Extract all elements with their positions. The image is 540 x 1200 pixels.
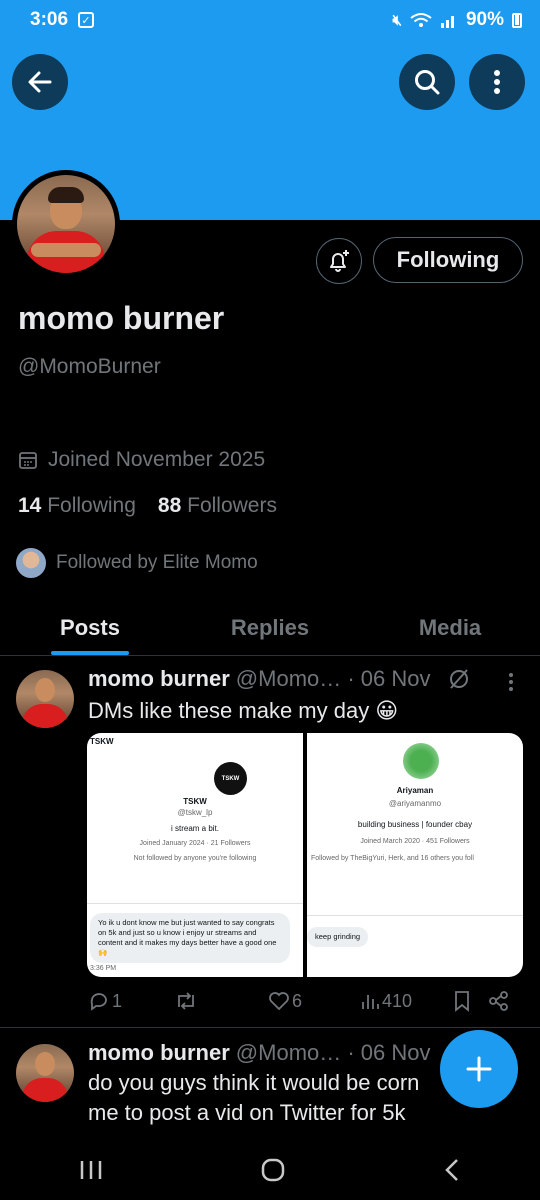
image-profile-joined: Joined January 2024 · 21 Followers: [139, 840, 251, 847]
media-image-right[interactable]: Ariyaman @ariyamanmo building business |…: [307, 733, 523, 977]
plus-icon: [466, 1056, 492, 1082]
media-image-left[interactable]: TSKW TSKW TSKW @tskw_lp i stream a bit. …: [87, 733, 303, 977]
image-dm-time: 3:36 PM: [90, 965, 117, 972]
follower-avatar: [14, 546, 48, 580]
views-button[interactable]: 410: [360, 991, 452, 1012]
share-button[interactable]: [488, 990, 510, 1012]
image-profile-handle: @tskw_lp: [177, 808, 213, 817]
post-header: momo burner @Momo… · 06 Nov: [88, 1040, 431, 1066]
more-options-button[interactable]: [469, 54, 525, 110]
bookmark-button[interactable]: [452, 990, 488, 1012]
status-bar: 3:06 ✓ 🔇︎ 90%: [0, 0, 540, 40]
like-count: 6: [292, 990, 303, 1011]
repost-icon: [178, 992, 194, 1010]
notifications-bell-button[interactable]: [316, 238, 362, 284]
profile-avatar[interactable]: [12, 170, 120, 278]
back-nav-icon[interactable]: [442, 1157, 462, 1183]
bookmark-icon: [455, 991, 469, 1012]
system-nav-bar: [0, 1140, 540, 1200]
image-profile-name: Ariyaman: [396, 786, 434, 795]
battery-icon: [512, 12, 522, 28]
image-profile-note: Followed by TheBigYuri, Herk, and 16 oth…: [311, 855, 474, 862]
post-actions: 1 6 410: [88, 990, 518, 1012]
views-chart-icon: [362, 995, 379, 1009]
profile-tabs: Posts Replies Media: [0, 600, 540, 656]
image-dm-message: Yo ik u dont know me but just wanted to …: [90, 913, 290, 963]
tskw-logo: TSKW: [214, 762, 247, 795]
profile-handle: @MomoBurner: [18, 355, 161, 378]
signal-icon: [440, 16, 454, 28]
search-button[interactable]: [399, 54, 455, 110]
status-time: 3:06: [30, 9, 69, 30]
image-dm-message: keep grinding: [307, 927, 369, 947]
tab-posts[interactable]: Posts: [0, 600, 180, 655]
post-header: momo burner @Momo… · 06 Nov: [88, 666, 471, 692]
heart-icon: [269, 992, 289, 1011]
reply-button[interactable]: 1: [88, 990, 174, 1012]
post-author-name[interactable]: momo burner: [88, 1040, 230, 1066]
followed-by[interactable]: Followed by Elite Momo: [14, 546, 258, 580]
share-icon: [489, 991, 508, 1011]
image-profile-joined: Joined March 2020 · 451 Followers: [360, 838, 470, 845]
image-profile-name: TSKW: [183, 797, 207, 806]
view-count: 410: [382, 990, 413, 1011]
battery-percent: 90%: [465, 9, 504, 30]
followers-stat[interactable]: 88 Followers: [158, 494, 277, 518]
compose-post-button[interactable]: [440, 1030, 518, 1108]
more-vertical-icon: [494, 70, 500, 94]
follow-stats: 14 Following 88 Followers: [18, 494, 277, 518]
search-icon: [415, 70, 440, 95]
following-button[interactable]: Following: [373, 237, 523, 283]
joined-text: Joined November 2025: [48, 448, 266, 471]
image-profile-bio: i stream a bit.: [170, 824, 219, 833]
post-meta: @Momo… · 06 Nov: [235, 666, 431, 691]
calendar-icon: [19, 452, 37, 469]
post-text: DMs like these make my day 😀: [88, 698, 399, 723]
repost-button[interactable]: [174, 990, 268, 1012]
post-meta: @Momo… · 06 Nov: [235, 1040, 431, 1065]
tab-replies[interactable]: Replies: [180, 600, 360, 655]
post-author-name[interactable]: momo burner: [88, 666, 230, 692]
profile-display-name: momo burner: [18, 300, 225, 336]
tab-media[interactable]: Media: [360, 600, 540, 655]
image-profile-bio: building business | founder cbay: [357, 820, 473, 829]
reply-count: 1: [112, 990, 123, 1011]
followed-by-text: Followed by Elite Momo: [56, 552, 258, 573]
wifi-icon: [410, 13, 432, 27]
bell-plus-icon: [330, 250, 349, 272]
joined-date: Joined November 2025: [18, 448, 265, 472]
following-stat[interactable]: 14 Following: [18, 494, 136, 518]
grok-icon[interactable]: [447, 667, 471, 691]
like-button[interactable]: 6: [268, 990, 360, 1012]
post-divider: [0, 1027, 540, 1028]
ariyaman-avatar: [403, 743, 439, 779]
back-arrow-icon: [28, 71, 52, 93]
reply-icon: [90, 993, 107, 1011]
image-profile-handle: @ariyamanmo: [388, 799, 442, 808]
image-profile-note: Not followed by anyone you're following: [133, 855, 257, 862]
post-avatar[interactable]: [16, 670, 74, 728]
post-avatar[interactable]: [16, 1044, 74, 1102]
back-button[interactable]: [12, 54, 68, 110]
home-icon[interactable]: [260, 1157, 286, 1183]
mute-icon: 🔇︎: [392, 11, 402, 29]
image-tag: TSKW: [90, 737, 114, 746]
post-media[interactable]: TSKW TSKW TSKW @tskw_lp i stream a bit. …: [87, 733, 523, 977]
post-more-icon[interactable]: [506, 672, 516, 692]
notification-check-icon: ✓: [78, 12, 95, 28]
recent-apps-icon[interactable]: [78, 1158, 104, 1182]
